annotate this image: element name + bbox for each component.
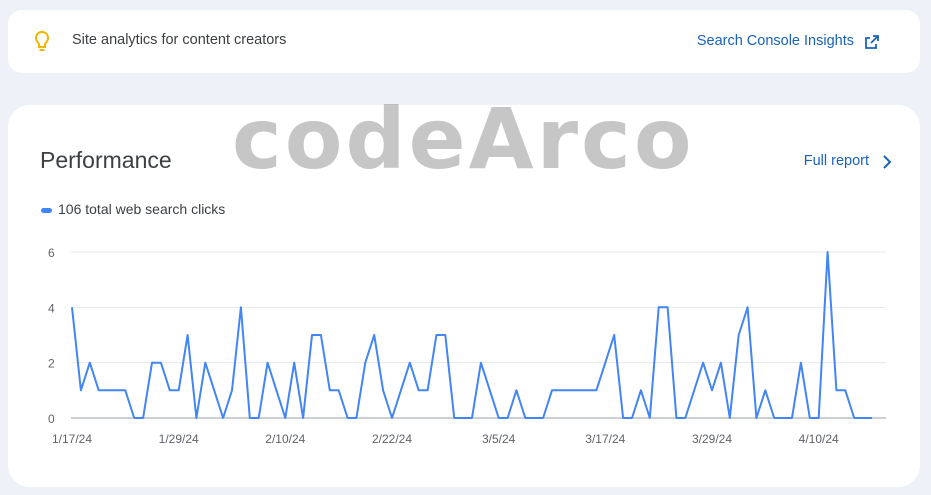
watermark: codeArco bbox=[232, 90, 695, 188]
y-tick-label: 2 bbox=[48, 357, 55, 371]
series-line-clicks bbox=[71, 251, 872, 419]
x-tick-label: 3/17/24 bbox=[585, 432, 625, 446]
x-tick-label: 2/10/24 bbox=[265, 432, 305, 446]
x-tick-label: 1/17/24 bbox=[52, 432, 92, 446]
x-tick-label: 3/5/24 bbox=[482, 432, 516, 446]
x-tick-label: 4/10/24 bbox=[799, 432, 839, 446]
lightbulb-icon bbox=[34, 30, 50, 51]
y-tick-label: 0 bbox=[48, 412, 55, 426]
insights-card: Site analytics for content creators Sear… bbox=[8, 10, 920, 73]
y-tick-label: 6 bbox=[48, 246, 55, 260]
search-console-insights-link[interactable]: Search Console Insights bbox=[697, 33, 854, 49]
insights-description: Site analytics for content creators bbox=[72, 32, 287, 48]
x-tick-label: 2/22/24 bbox=[372, 432, 412, 446]
y-tick-label: 4 bbox=[48, 301, 55, 315]
open-in-new-icon[interactable] bbox=[864, 34, 880, 50]
x-tick-label: 3/29/24 bbox=[692, 432, 732, 446]
x-tick-label: 1/29/24 bbox=[159, 432, 199, 446]
